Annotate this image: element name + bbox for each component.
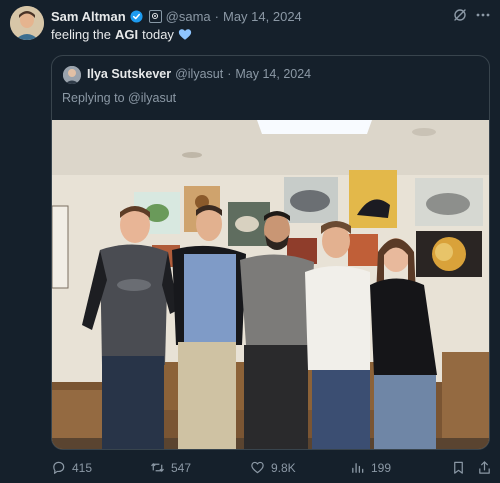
tweet-text-after: today <box>142 27 174 42</box>
author-handle[interactable]: @sama <box>166 9 211 24</box>
author-avatar[interactable] <box>10 6 44 40</box>
repost-icon <box>151 463 164 472</box>
reply-icon <box>53 461 65 474</box>
author-name[interactable]: Sam Altman <box>51 9 126 24</box>
tweet-header: Sam Altman @sama · May 14, 2024 <box>51 7 302 25</box>
quote-author-avatar[interactable] <box>63 66 81 84</box>
views-icon <box>352 463 364 473</box>
more-icon[interactable] <box>475 8 491 22</box>
org-badge-icon[interactable] <box>148 9 162 23</box>
quote-header: Ilya Sutskever @ilyasut · May 14, 2024 <box>87 67 311 81</box>
action-bar: 415 547 9.8K 199 <box>0 458 500 478</box>
share-icon <box>479 461 490 474</box>
tweet-text-before: feeling the <box>51 27 111 42</box>
group-photo[interactable] <box>52 120 490 450</box>
tweet-text-bold: AGI <box>115 27 139 42</box>
quote-date[interactable]: May 14, 2024 <box>235 67 311 81</box>
tweet-text: feeling the AGI today <box>51 27 192 42</box>
views-button[interactable]: 199 <box>350 460 391 475</box>
like-button[interactable]: 9.8K <box>250 460 296 475</box>
blue-heart-icon <box>178 28 192 41</box>
quote-author-handle[interactable]: @ilyasut <box>175 67 223 81</box>
quote-author-name[interactable]: Ilya Sutskever <box>87 67 171 81</box>
grok-icon[interactable] <box>453 8 467 22</box>
reply-count: 415 <box>72 460 93 475</box>
like-count: 9.8K <box>271 460 296 475</box>
bookmark-icon <box>454 461 463 474</box>
bookmark-button[interactable] <box>451 460 466 475</box>
verified-badge-icon <box>130 9 143 23</box>
quote-separator: · <box>227 67 232 81</box>
repost-count: 547 <box>171 460 192 475</box>
views-count: 199 <box>371 460 392 475</box>
header-separator: · <box>214 8 219 24</box>
tweet-date[interactable]: May 14, 2024 <box>223 9 302 24</box>
replying-to-label: Replying to @ilyasut <box>62 91 177 105</box>
repost-button[interactable]: 547 <box>150 460 191 475</box>
like-icon <box>251 461 264 474</box>
quoted-tweet-card[interactable]: Ilya Sutskever @ilyasut · May 14, 2024 R… <box>51 55 490 450</box>
share-button[interactable] <box>477 460 492 475</box>
reply-button[interactable]: 415 <box>51 460 92 475</box>
